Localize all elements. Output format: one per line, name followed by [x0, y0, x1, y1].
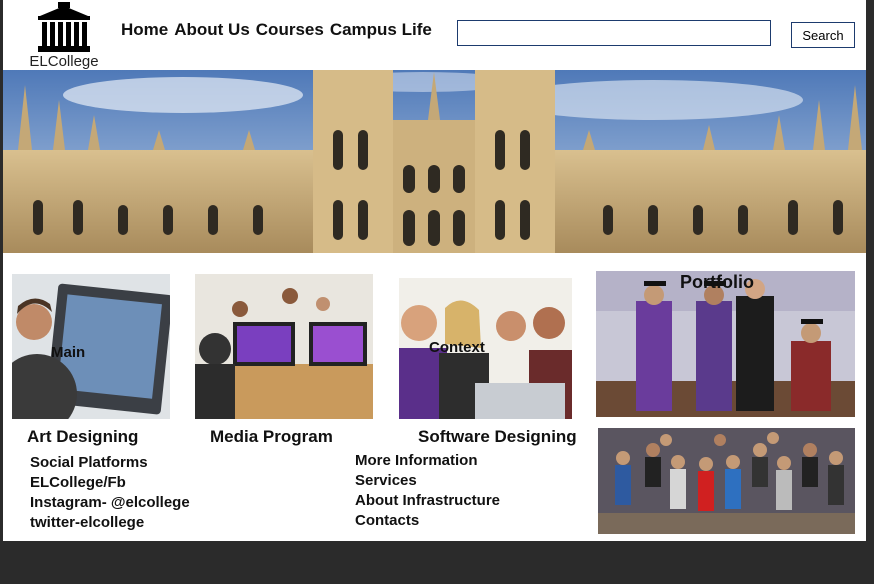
- twitter-link[interactable]: twitter-elcollege: [30, 513, 190, 533]
- page: ELCollege Home About Us Courses Campus L…: [3, 0, 866, 541]
- software-designing-image[interactable]: Context: [399, 278, 572, 419]
- nav-courses[interactable]: Courses: [256, 20, 324, 40]
- campus-building-illustration: [3, 70, 866, 253]
- software-designing-caption[interactable]: Software Designing: [418, 427, 577, 447]
- main-label: Main: [51, 344, 86, 361]
- facebook-link[interactable]: ELCollege/Fb: [30, 473, 190, 493]
- hero-campus-image: [3, 70, 866, 253]
- main-nav: Home About Us Courses Campus Life: [121, 20, 438, 40]
- college-logo[interactable]: ELCollege: [23, 0, 105, 72]
- more-information-link[interactable]: More Information: [355, 451, 500, 471]
- context-label: Context: [429, 339, 485, 356]
- social-platforms-heading: Social Platforms: [30, 454, 148, 471]
- info-links: More Information Services About Infrastr…: [355, 451, 500, 531]
- social-links: Social Platforms ELCollege/Fb Instagram-…: [30, 453, 190, 533]
- art-designing-image[interactable]: Main: [12, 274, 170, 419]
- nav-home[interactable]: Home: [121, 20, 168, 40]
- nav-about-us[interactable]: About Us: [174, 20, 250, 40]
- services-link[interactable]: Services: [355, 471, 500, 491]
- art-designing-caption[interactable]: Art Designing: [27, 427, 138, 447]
- building-icon: [38, 2, 90, 52]
- portfolio-graduation-image[interactable]: Portfolio: [596, 271, 855, 417]
- search-input[interactable]: [457, 20, 771, 46]
- search-button[interactable]: Search: [791, 22, 855, 48]
- nav-campus-life[interactable]: Campus Life: [330, 20, 432, 40]
- media-program-caption[interactable]: Media Program: [210, 427, 333, 447]
- media-program-image[interactable]: [195, 274, 373, 419]
- instagram-link[interactable]: Instagram- @elcollege: [30, 493, 190, 513]
- contacts-link[interactable]: Contacts: [355, 511, 500, 531]
- brand-name: ELCollege: [29, 53, 99, 70]
- about-infrastructure-link[interactable]: About Infrastructure: [355, 491, 500, 511]
- portfolio-label: Portfolio: [680, 272, 754, 292]
- group-photo-image[interactable]: [598, 428, 855, 534]
